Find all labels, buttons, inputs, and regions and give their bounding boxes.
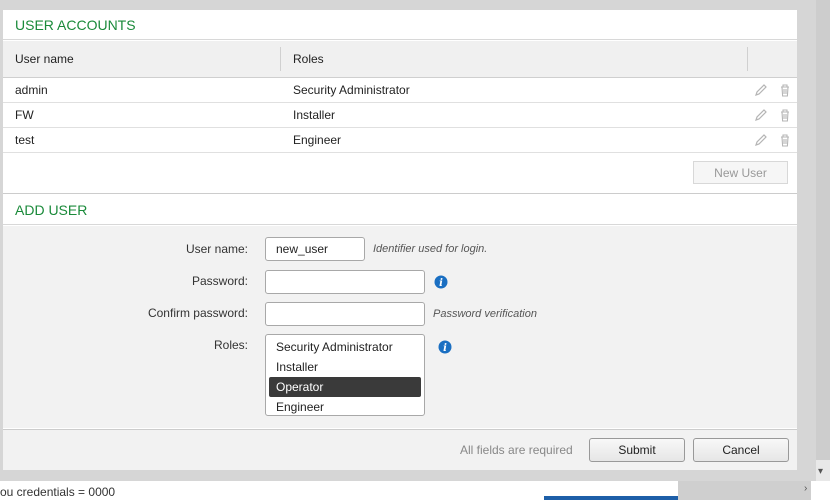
- cancel-button[interactable]: Cancel: [693, 438, 789, 462]
- row-role: Installer: [293, 108, 336, 122]
- add-user-form: User name: Identifier used for login. Pa…: [3, 226, 797, 428]
- row-username: admin: [15, 83, 48, 97]
- background-partial-text: ou credentials = 0000: [0, 485, 116, 499]
- row-username: test: [15, 133, 35, 147]
- roles-option[interactable]: Security Administrator: [266, 337, 424, 357]
- trash-icon[interactable]: [777, 82, 793, 98]
- svg-text:i: i: [439, 278, 443, 289]
- page-scrollbar-thumb[interactable]: [816, 0, 830, 460]
- svg-text:i: i: [443, 343, 447, 354]
- background-accent-bar: [544, 496, 678, 500]
- confirm-password-hint: Password verification: [433, 308, 537, 320]
- username-input[interactable]: [265, 237, 365, 261]
- username-hint: Identifier used for login.: [373, 243, 488, 255]
- roles-option-selected[interactable]: Operator: [269, 377, 421, 397]
- pencil-icon[interactable]: [753, 107, 769, 123]
- required-notice: All fields are required: [460, 443, 573, 457]
- confirm-password-input[interactable]: [265, 302, 425, 326]
- user-accounts-dialog: USER ACCOUNTS User name Roles admin Secu…: [3, 10, 797, 470]
- roles-label: Roles:: [213, 338, 248, 352]
- roles-listbox[interactable]: Security Administrator Installer Operato…: [265, 334, 425, 416]
- new-user-button[interactable]: New User: [693, 161, 788, 184]
- column-separator: [280, 47, 281, 71]
- pencil-icon[interactable]: [753, 82, 769, 98]
- roles-option[interactable]: Installer: [266, 357, 424, 377]
- username-label: User name:: [185, 242, 248, 256]
- dialog-footer: All fields are required Submit Cancel: [3, 429, 797, 470]
- section-divider: [3, 193, 797, 194]
- info-icon[interactable]: i: [434, 275, 448, 289]
- pencil-icon[interactable]: [753, 132, 769, 148]
- submit-button[interactable]: Submit: [589, 438, 685, 462]
- add-user-title: ADD USER: [3, 195, 797, 225]
- column-separator: [747, 47, 748, 71]
- trash-icon[interactable]: [777, 107, 793, 123]
- table-row[interactable]: admin Security Administrator: [3, 78, 797, 103]
- accounts-table-header: User name Roles: [3, 41, 797, 78]
- row-role: Security Administrator: [293, 83, 410, 97]
- password-label: Password:: [191, 274, 248, 288]
- column-header-username[interactable]: User name: [15, 41, 74, 77]
- scroll-down-arrow-icon[interactable]: ▾: [818, 466, 823, 477]
- user-accounts-title: USER ACCOUNTS: [3, 10, 797, 40]
- chevron-right-icon[interactable]: ›: [804, 483, 807, 494]
- roles-option[interactable]: Engineer: [266, 397, 424, 417]
- info-icon[interactable]: i: [438, 340, 452, 354]
- horizontal-scrollbar[interactable]: [678, 481, 811, 500]
- trash-icon[interactable]: [777, 132, 793, 148]
- password-input[interactable]: [265, 270, 425, 294]
- table-row[interactable]: test Engineer: [3, 128, 797, 153]
- row-username: FW: [15, 108, 34, 122]
- column-header-roles[interactable]: Roles: [293, 41, 324, 77]
- row-role: Engineer: [293, 133, 342, 147]
- confirm-password-label: Confirm password:: [147, 306, 248, 320]
- table-row[interactable]: FW Installer: [3, 103, 797, 128]
